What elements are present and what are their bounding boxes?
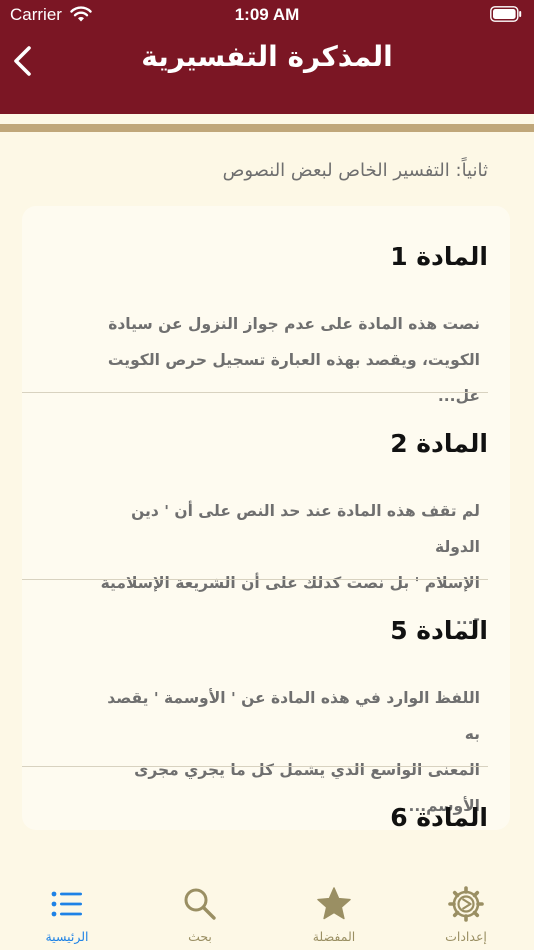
articles-list: المادة 1 نصت هذه المادة على عدم جواز الن… — [22, 206, 510, 830]
article-title: المادة 6 — [390, 803, 488, 830]
tab-label: الرئيسية — [45, 929, 89, 944]
article-item[interactable]: المادة 5 اللفظ الوارد في هذه المادة عن '… — [22, 580, 510, 815]
article-title: المادة 1 — [390, 242, 488, 271]
battery-icon — [490, 6, 522, 22]
list-icon — [51, 891, 82, 917]
article-title: المادة 5 — [390, 616, 488, 645]
section-heading: ثانياً: التفسير الخاص لبعض النصوص — [222, 160, 488, 181]
status-bar: Carrier 1:09 AM — [0, 0, 534, 32]
tab-home[interactable]: الرئيسية — [17, 866, 117, 950]
tab-label: بحث — [188, 929, 212, 944]
page-title: المذكرة التفسيرية — [141, 40, 393, 73]
star-icon — [317, 887, 351, 920]
tab-label: المفضلة — [312, 929, 356, 944]
article-item[interactable]: المادة 6 — [22, 767, 510, 830]
gear-icon — [448, 886, 484, 922]
search-icon — [184, 888, 216, 920]
tab-label: إعدادات — [445, 929, 487, 944]
tab-settings[interactable]: إعدادات — [416, 866, 516, 950]
tab-favorites[interactable]: المفضلة — [284, 866, 384, 950]
article-item[interactable]: المادة 2 لم تقف هذه المادة عند حد النص ع… — [22, 393, 510, 628]
header-gold-divider — [0, 124, 534, 132]
tab-search[interactable]: بحث — [150, 866, 250, 950]
article-title: المادة 2 — [390, 429, 488, 458]
tab-bar: الرئيسية بحث المفضلة إعدادات — [0, 866, 534, 950]
navigation-header: Carrier 1:09 AM المذكرة التفسيرية — [0, 0, 534, 114]
article-item[interactable]: المادة 1 نصت هذه المادة على عدم جواز الن… — [22, 206, 510, 405]
status-time: 1:09 AM — [234, 5, 300, 24]
